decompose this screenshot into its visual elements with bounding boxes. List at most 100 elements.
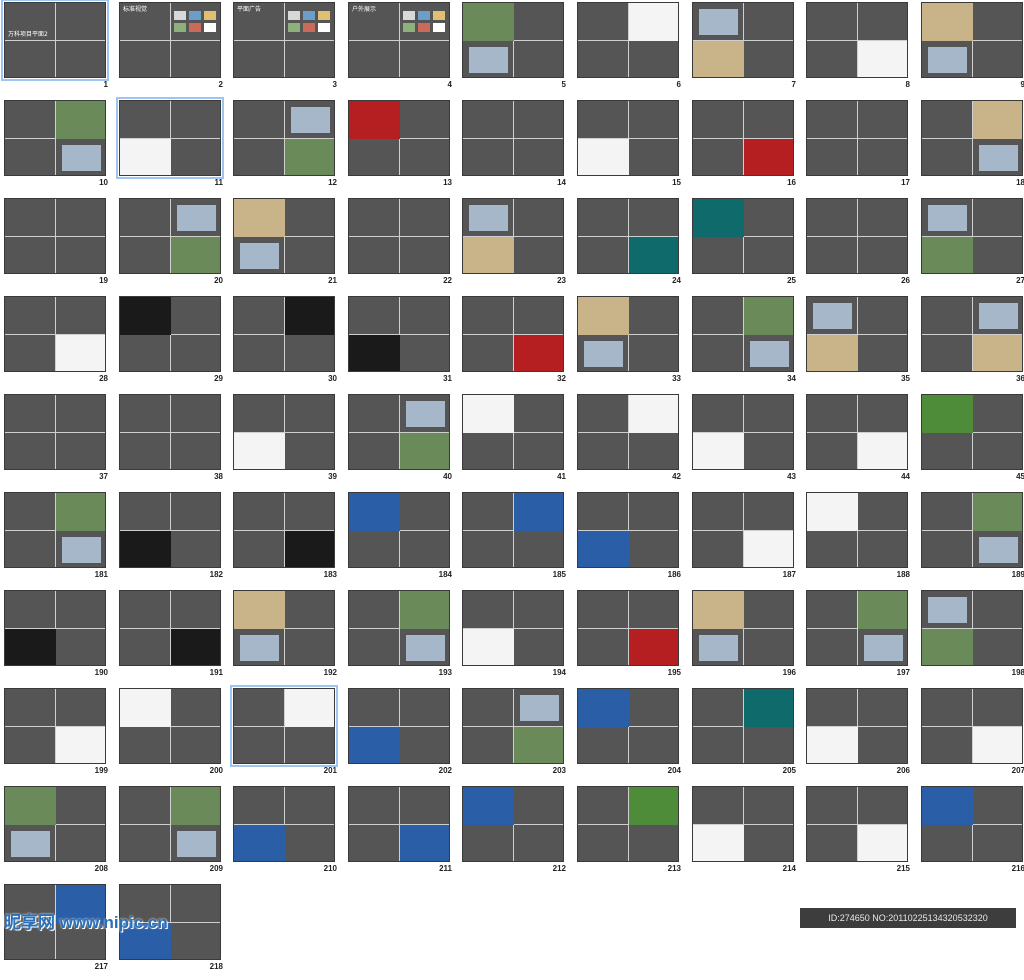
slide-number: 13 [443, 178, 452, 187]
slide-thumbnail[interactable] [921, 492, 1023, 568]
thumb-content-block [463, 3, 514, 41]
slide-thumbnail[interactable] [348, 786, 450, 862]
slide-thumbnail[interactable] [462, 296, 564, 372]
slide-thumbnail[interactable] [233, 394, 335, 470]
slide-thumbnail[interactable] [119, 394, 221, 470]
thumb-swatch [403, 11, 415, 20]
slide-thumbnail[interactable] [806, 492, 908, 568]
slide-thumbnail[interactable] [577, 198, 679, 274]
slide-thumbnail[interactable] [921, 394, 1023, 470]
thumb-content-block [979, 145, 1018, 171]
slide-thumbnail[interactable] [348, 198, 450, 274]
slide-thumbnail[interactable] [462, 100, 564, 176]
slide-thumbnail[interactable] [806, 394, 908, 470]
slide-thumbnail[interactable] [806, 296, 908, 372]
slide-thumbnail[interactable] [4, 590, 106, 666]
slide-thumbnail[interactable] [921, 786, 1023, 862]
slide-thumbnail[interactable] [462, 590, 564, 666]
slide-thumbnail[interactable] [4, 394, 106, 470]
slide-thumbnail[interactable]: 平面广告 [233, 2, 335, 78]
slide-thumbnail[interactable] [577, 688, 679, 764]
slide-thumbnail[interactable] [462, 2, 564, 78]
thumb-content-block [693, 199, 744, 237]
slide-thumbnail[interactable] [4, 198, 106, 274]
slide-number: 18 [1016, 178, 1024, 187]
slide-thumbnail[interactable] [577, 100, 679, 176]
slide-thumbnail[interactable] [462, 688, 564, 764]
slide-thumbnail[interactable] [119, 590, 221, 666]
slide-thumbnail[interactable] [119, 198, 221, 274]
slide-thumbnail[interactable] [577, 590, 679, 666]
slide-thumbnail[interactable] [348, 100, 450, 176]
slide-thumbnail[interactable] [577, 296, 679, 372]
slide-thumbnail[interactable] [692, 394, 794, 470]
slide-thumbnail[interactable] [577, 394, 679, 470]
slide-thumbnail[interactable] [692, 590, 794, 666]
slide-thumbnail[interactable] [692, 2, 794, 78]
slide-thumbnail[interactable] [462, 786, 564, 862]
slide-number: 192 [323, 668, 337, 677]
slide-number: 30 [328, 374, 337, 383]
slide-number: 196 [782, 668, 796, 677]
slide-thumbnail[interactable] [921, 2, 1023, 78]
slide-number: 2 [218, 80, 223, 89]
slide-thumbnail[interactable] [4, 100, 106, 176]
slide-thumbnail[interactable] [119, 492, 221, 568]
slide-thumbnail[interactable] [348, 394, 450, 470]
slide-thumbnail[interactable] [230, 685, 338, 767]
slide-thumbnail[interactable] [462, 394, 564, 470]
slide-thumbnail[interactable] [806, 2, 908, 78]
slide-thumbnail[interactable] [119, 296, 221, 372]
slide-thumbnail[interactable] [462, 198, 564, 274]
slide-thumbnail[interactable]: 户外展示 [348, 2, 450, 78]
thumb-content-block [858, 41, 907, 77]
slide-thumbnail[interactable] [4, 492, 106, 568]
slide-cell: 27 [917, 196, 1024, 294]
slide-cell: 标准视觉 2 [115, 0, 229, 98]
slide-thumbnail[interactable] [806, 786, 908, 862]
slide-thumbnail[interactable] [348, 492, 450, 568]
slide-thumbnail[interactable] [921, 590, 1023, 666]
slide-thumbnail[interactable] [806, 198, 908, 274]
slide-cell: 204 [573, 686, 687, 784]
slide-thumbnail[interactable] [233, 198, 335, 274]
thumb-content-block [584, 341, 623, 367]
thumb-content-block [699, 635, 738, 661]
slide-thumbnail[interactable] [921, 296, 1023, 372]
slide-thumbnail[interactable] [233, 786, 335, 862]
slide-thumbnail[interactable] [577, 2, 679, 78]
slide-thumbnail[interactable] [116, 97, 224, 179]
slide-thumbnail[interactable] [4, 296, 106, 372]
slide-thumbnail[interactable] [4, 786, 106, 862]
slide-thumbnail[interactable] [233, 590, 335, 666]
slide-thumbnail[interactable] [692, 688, 794, 764]
thumb-content-block [400, 591, 449, 629]
slide-thumbnail[interactable] [692, 296, 794, 372]
slide-thumbnail[interactable] [921, 688, 1023, 764]
slide-thumbnail[interactable] [119, 688, 221, 764]
slide-thumbnail[interactable] [462, 492, 564, 568]
slide-thumbnail[interactable]: 标准视觉 [119, 2, 221, 78]
slide-thumbnail[interactable] [577, 786, 679, 862]
slide-thumbnail[interactable] [233, 296, 335, 372]
slide-cell: 36 [917, 294, 1024, 392]
slide-thumbnail[interactable] [806, 590, 908, 666]
slide-thumbnail[interactable] [692, 492, 794, 568]
slide-thumbnail[interactable] [577, 492, 679, 568]
slide-thumbnail[interactable] [692, 100, 794, 176]
slide-thumbnail[interactable] [348, 296, 450, 372]
slide-thumbnail[interactable] [921, 100, 1023, 176]
slide-thumbnail[interactable] [692, 786, 794, 862]
slide-thumbnail[interactable] [348, 590, 450, 666]
slide-thumbnail[interactable] [692, 198, 794, 274]
slide-thumbnail[interactable] [4, 688, 106, 764]
slide-thumbnail[interactable] [806, 688, 908, 764]
slide-thumbnail[interactable] [233, 492, 335, 568]
slide-thumbnail[interactable] [348, 688, 450, 764]
slide-thumbnail[interactable] [119, 786, 221, 862]
slide-thumbnail[interactable]: 万科项目平面2 [1, 0, 109, 81]
thumb-content-block [56, 727, 105, 763]
slide-thumbnail[interactable] [233, 100, 335, 176]
slide-thumbnail[interactable] [806, 100, 908, 176]
slide-thumbnail[interactable] [921, 198, 1023, 274]
